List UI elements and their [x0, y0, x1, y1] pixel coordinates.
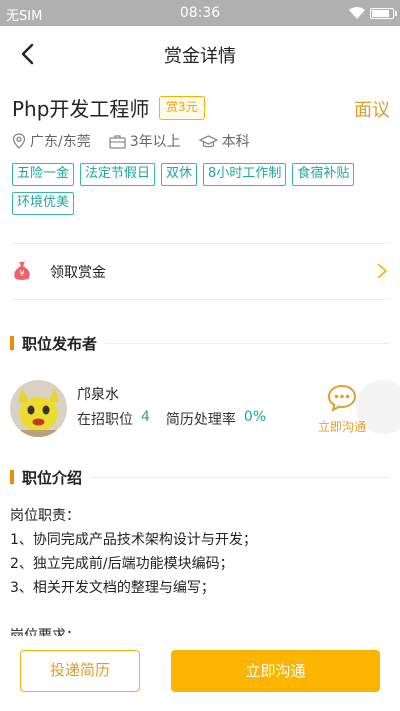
- claim-bounty-row[interactable]: ¥ 领取赏金: [0, 246, 400, 298]
- section-accent-bar: [10, 470, 14, 484]
- avatar-image: [10, 380, 67, 437]
- chat-bubble-icon: [327, 384, 357, 412]
- intro-section-header: 职位介绍: [10, 467, 390, 487]
- section-title: 职位发布者: [22, 334, 98, 353]
- description-line: [10, 600, 390, 624]
- submit-resume-button[interactable]: 投递简历: [20, 650, 140, 692]
- benefit-tag: 环境优美: [12, 192, 75, 215]
- chat-label: 立即沟通: [317, 420, 366, 434]
- section-rule: [90, 476, 390, 478]
- chat-now-button[interactable]: 立即沟通: [171, 650, 380, 692]
- location-item: 广东/东莞: [12, 131, 91, 151]
- claim-bounty-label: 领取赏金: [50, 265, 106, 281]
- publisher-section-header: 职位发布者: [10, 333, 390, 353]
- briefcase-icon: [109, 134, 126, 149]
- education-item: 本科: [198, 131, 250, 151]
- benefit-tag: 双休: [161, 163, 198, 186]
- benefit-tag: 食宿补贴: [292, 163, 355, 186]
- section-title: 职位介绍: [22, 468, 83, 487]
- experience-item: 3年以上: [109, 131, 181, 151]
- benefit-tag: 8小时工作制: [203, 163, 287, 186]
- experience-text: 3年以上: [129, 134, 181, 150]
- description-line: 岗位职责：: [10, 508, 80, 524]
- location-pin-icon: [12, 133, 26, 149]
- resume-rate-value: 0%: [243, 409, 267, 425]
- publisher-name: 邝泉水: [77, 387, 119, 403]
- publisher-card: 邝泉水 在招职位 4 简历处理率 0% 立即沟通: [0, 376, 400, 440]
- battery-icon: [370, 8, 397, 19]
- avatar[interactable]: [10, 380, 67, 437]
- description-line: 岗位要求：: [10, 628, 80, 636]
- open-positions-count: 4: [141, 409, 150, 425]
- open-positions-label: 在招职位: [77, 412, 133, 428]
- job-description: 岗位职责： 1、协同完成产品技术架构设计与开发； 2、独立完成前/后端功能模块编…: [10, 504, 390, 636]
- description-line: 1、协同完成产品技术架构设计与开发；: [10, 532, 257, 548]
- clock: 08:36: [179, 5, 221, 21]
- resume-rate-label: 简历处理率: [165, 412, 236, 428]
- bottom-action-bar: 投递简历 立即沟通: [0, 644, 400, 711]
- job-meta: 广东/东莞 3年以上 本科: [12, 130, 268, 152]
- chevron-right-icon: [377, 263, 388, 279]
- location-text: 广东/东莞: [30, 134, 91, 150]
- svg-text:¥: ¥: [19, 269, 24, 278]
- bounty-badge: 赏3元: [159, 96, 205, 120]
- status-bar: 无SIM 08:36: [0, 0, 400, 26]
- money-bag-icon: ¥: [14, 262, 30, 280]
- publisher-stats: 在招职位 4 简历处理率 0%: [77, 409, 282, 429]
- benefit-tag: 法定节假日: [80, 163, 156, 186]
- divider: [12, 299, 390, 300]
- education-text: 本科: [221, 134, 250, 150]
- description-line: 3、相关开发文档的整理与编写；: [10, 580, 215, 596]
- salary-label: 面议: [354, 100, 390, 121]
- benefit-tag: 五险一金: [12, 163, 75, 186]
- benefit-tags: 五险一金 法定节假日 双休 8小时工作制 食宿补贴 环境优美: [12, 163, 392, 221]
- job-title: Php开发工程师: [12, 97, 150, 121]
- divider: [12, 243, 390, 244]
- section-rule: [105, 342, 390, 344]
- wifi-icon: [349, 6, 365, 19]
- publisher-chat-button[interactable]: 立即沟通: [314, 384, 370, 436]
- nav-bar: 赏金详情: [0, 26, 400, 82]
- section-accent-bar: [10, 336, 14, 350]
- description-line: 2、独立完成前/后端功能模块编码；: [10, 556, 234, 572]
- page-title: 赏金详情: [164, 46, 236, 67]
- graduation-cap-icon: [198, 134, 218, 147]
